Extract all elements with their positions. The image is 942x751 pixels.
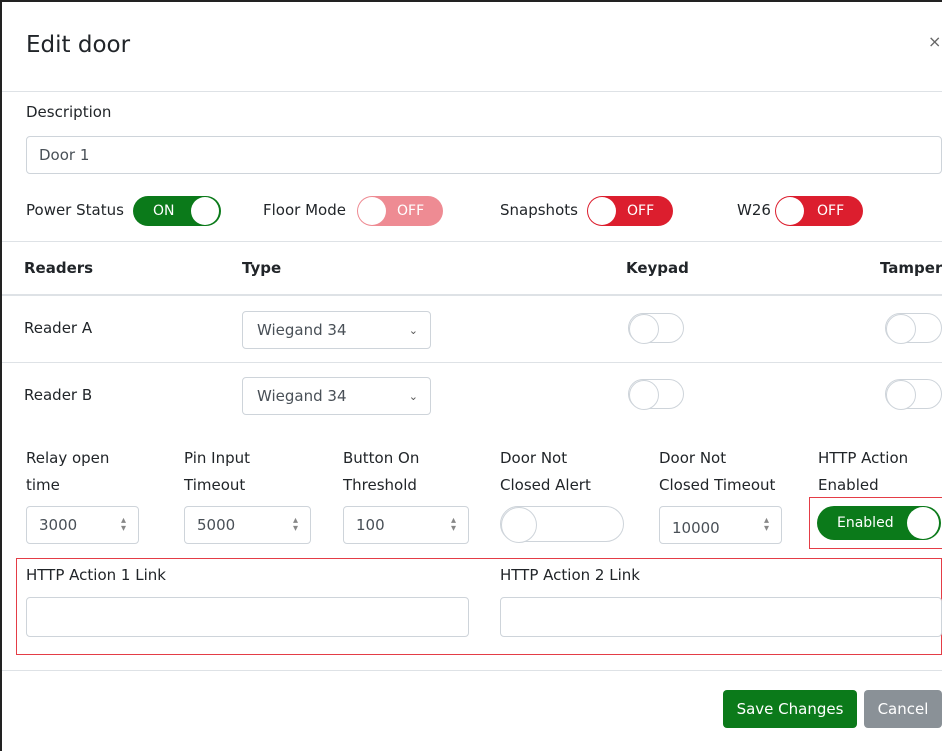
toggle-knob <box>501 507 537 543</box>
w26-state: OFF <box>817 203 845 219</box>
reader-b-keypad-toggle[interactable] <box>628 379 684 410</box>
reader-b-type-select[interactable]: Wiegand 34 ⌄ <box>242 377 431 415</box>
pin-input-timeout-label-1: Pin Input <box>184 449 250 467</box>
spinner-icon[interactable]: ▴ ▾ <box>764 516 769 534</box>
door-not-closed-timeout-input[interactable]: 10000 ▴ ▾ <box>659 506 782 544</box>
http-action-enabled-label-2: Enabled <box>818 476 879 494</box>
w26-toggle[interactable]: OFF <box>775 196 863 226</box>
selected-type: Wiegand 34 <box>257 321 347 339</box>
door-not-closed-alert-label-2: Closed Alert <box>500 476 591 494</box>
w26-label: W26 <box>737 201 771 219</box>
pin-input-timeout-label-2: Timeout <box>184 476 246 494</box>
toggle-knob <box>629 380 659 410</box>
spinner-icon[interactable]: ▴ ▾ <box>293 516 298 534</box>
toggle-knob <box>588 197 616 225</box>
snapshots-label: Snapshots <box>500 201 578 219</box>
section-divider <box>2 241 942 242</box>
description-input[interactable]: Door 1 <box>26 136 942 174</box>
relay-open-time-label-2: time <box>26 476 60 494</box>
reader-name: Reader A <box>24 319 93 337</box>
spinner-icon[interactable]: ▴ ▾ <box>451 516 456 534</box>
row-divider <box>2 362 942 363</box>
modal-title: Edit door <box>26 32 131 58</box>
header-divider <box>2 91 942 92</box>
pin-input-timeout-input[interactable]: 5000 ▴ ▾ <box>184 506 311 544</box>
door-not-closed-alert-toggle[interactable] <box>500 506 624 543</box>
close-icon[interactable]: × <box>928 32 941 51</box>
pin-input-timeout-value: 5000 <box>197 516 236 534</box>
edit-door-modal: Edit door × Description Door 1 Power Sta… <box>0 0 942 751</box>
toggle-knob <box>886 380 916 410</box>
relay-open-time-value: 3000 <box>39 516 78 534</box>
relay-open-time-input[interactable]: 3000 ▴ ▾ <box>26 506 139 544</box>
button-on-threshold-input[interactable]: 100 ▴ ▾ <box>343 506 469 544</box>
chevron-down-icon: ⌄ <box>408 323 418 337</box>
button-on-threshold-label-2: Threshold <box>343 476 417 494</box>
http-action-enabled-toggle[interactable]: Enabled <box>817 506 941 540</box>
power-status-label: Power Status <box>26 201 124 219</box>
snapshots-state: OFF <box>627 203 655 219</box>
door-not-closed-timeout-value: 10000 <box>672 519 720 537</box>
table-header-divider <box>2 294 942 296</box>
http-action-1-link-input[interactable] <box>26 597 469 637</box>
door-not-closed-timeout-label-1: Door Not <box>659 449 727 467</box>
http-action-enabled-label-1: HTTP Action <box>818 449 909 467</box>
readers-header: Readers <box>24 259 94 277</box>
toggle-knob <box>907 507 939 539</box>
type-header: Type <box>242 259 282 277</box>
footer-divider <box>2 670 942 671</box>
toggle-knob <box>776 197 804 225</box>
toggle-knob <box>629 314 659 344</box>
http-action-1-link-label: HTTP Action 1 Link <box>26 566 166 584</box>
power-status-state: ON <box>153 203 175 219</box>
door-not-closed-timeout-label-2: Closed Timeout <box>659 476 776 494</box>
selected-type: Wiegand 34 <box>257 387 347 405</box>
http-action-enabled-state: Enabled <box>837 515 894 531</box>
http-action-2-link-label: HTTP Action 2 Link <box>500 566 640 584</box>
floor-mode-state: OFF <box>397 203 425 219</box>
reader-a-keypad-toggle[interactable] <box>628 313 684 344</box>
relay-open-time-label-1: Relay open <box>26 449 110 467</box>
power-status-toggle[interactable]: ON <box>133 196 221 226</box>
tamper-header: Tamper <box>880 259 942 277</box>
http-action-2-link-input[interactable] <box>500 597 942 637</box>
button-on-threshold-value: 100 <box>356 516 385 534</box>
cancel-button[interactable]: Cancel <box>864 690 942 728</box>
toggle-knob <box>886 314 916 344</box>
description-label: Description <box>26 103 112 121</box>
save-changes-button[interactable]: Save Changes <box>723 690 857 728</box>
snapshots-toggle[interactable]: OFF <box>587 196 673 226</box>
reader-a-type-select[interactable]: Wiegand 34 ⌄ <box>242 311 431 349</box>
description-value: Door 1 <box>39 146 90 164</box>
keypad-header: Keypad <box>626 259 689 277</box>
spinner-icon[interactable]: ▴ ▾ <box>121 516 126 534</box>
toggle-knob <box>358 197 386 225</box>
floor-mode-toggle[interactable]: OFF <box>357 196 443 226</box>
toggle-knob <box>191 197 219 225</box>
button-on-threshold-label-1: Button On <box>343 449 420 467</box>
reader-b-tamper-toggle[interactable] <box>885 379 942 410</box>
floor-mode-label: Floor Mode <box>263 201 346 219</box>
reader-name: Reader B <box>24 386 93 404</box>
reader-a-tamper-toggle[interactable] <box>885 313 942 344</box>
chevron-down-icon: ⌄ <box>408 389 418 403</box>
door-not-closed-alert-label-1: Door Not <box>500 449 568 467</box>
